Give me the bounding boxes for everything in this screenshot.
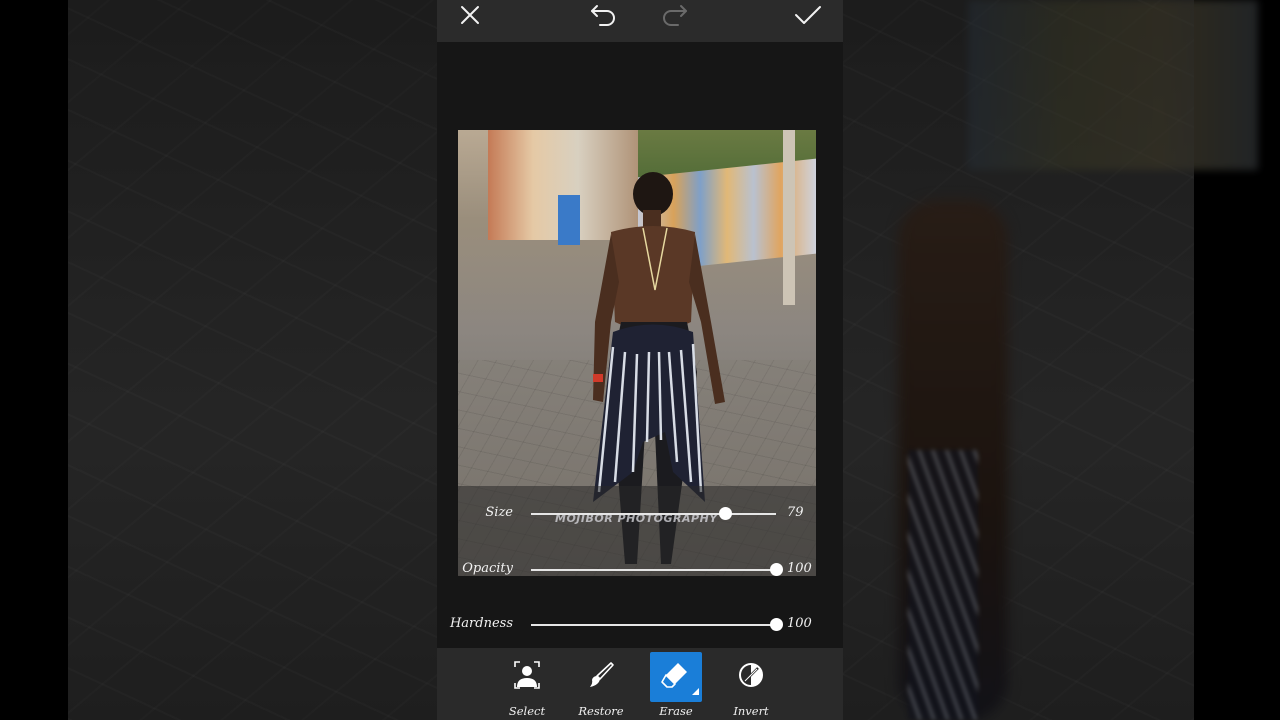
checkmark-icon	[794, 4, 822, 26]
opacity-label: Opacity	[462, 561, 513, 576]
top-bar	[437, 0, 843, 42]
opacity-value: 100	[787, 561, 812, 576]
tool-erase[interactable]: Erase	[650, 652, 702, 720]
tool-erase-icon-box	[650, 652, 702, 702]
corner-indicator-icon	[692, 680, 699, 699]
eraser-icon	[661, 661, 691, 693]
tool-erase-label: Erase	[659, 704, 693, 718]
redo-icon	[659, 3, 689, 27]
brush-icon	[587, 661, 615, 693]
redo-button[interactable]	[652, 0, 696, 30]
invert-icon	[738, 662, 764, 692]
tool-select-icon-box	[501, 652, 553, 702]
hardness-label: Hardness	[449, 616, 513, 631]
person-select-icon	[514, 661, 540, 693]
tool-invert-label: Invert	[733, 704, 769, 718]
tool-restore-icon-box	[575, 652, 627, 702]
hardness-slider-thumb[interactable]	[770, 618, 783, 631]
size-slider-thumb[interactable]	[718, 507, 732, 520]
tool-restore[interactable]: Restore	[575, 652, 627, 720]
undo-icon	[589, 3, 619, 27]
close-button[interactable]	[448, 0, 492, 30]
tool-select[interactable]: Select	[501, 652, 553, 720]
opacity-slider-thumb[interactable]	[770, 563, 783, 576]
size-value: 79	[787, 505, 804, 520]
size-label: Size	[485, 505, 513, 520]
hardness-slider-track[interactable]	[531, 624, 776, 626]
opacity-slider-row: Opacity 100	[437, 558, 843, 582]
opacity-slider-track[interactable]	[531, 569, 776, 571]
size-slider-track[interactable]	[531, 513, 776, 515]
close-icon	[459, 4, 481, 26]
hardness-value: 100	[787, 616, 812, 631]
tool-select-label: Select	[508, 704, 546, 718]
editor-app: MOJIBOR PHOTOGRAPHY Size 79 Opacity 100 …	[437, 0, 843, 720]
hardness-slider-row: Hardness 100	[437, 613, 843, 637]
photo-pole	[783, 130, 795, 305]
bottom-toolbar: Select Restore Erase Invert	[437, 648, 843, 720]
tool-invert-icon-box	[725, 652, 777, 702]
tool-invert[interactable]: Invert	[725, 652, 777, 720]
tool-restore-label: Restore	[578, 704, 624, 718]
undo-button[interactable]	[582, 0, 626, 30]
apply-button[interactable]	[786, 0, 830, 30]
size-slider-row: Size 79	[437, 502, 843, 526]
